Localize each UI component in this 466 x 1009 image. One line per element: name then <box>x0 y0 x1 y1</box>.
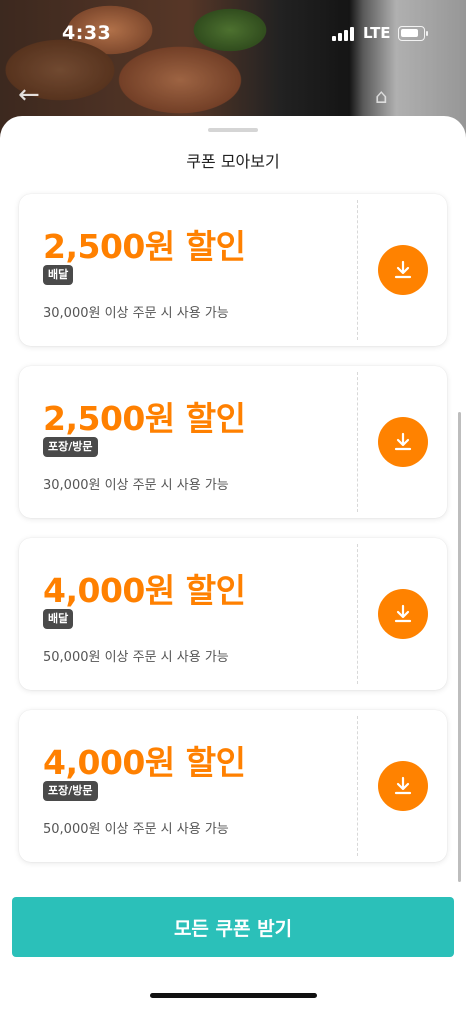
receive-all-coupons-button[interactable]: 모든 쿠폰 받기 <box>12 897 454 957</box>
download-icon <box>394 776 412 795</box>
coupon-divider <box>357 200 358 340</box>
coupon-tag: 포장/방문 <box>43 437 98 457</box>
coupon-amount: 4,000원 할인 <box>43 571 246 610</box>
coupon-divider <box>357 372 358 512</box>
download-icon <box>394 260 412 279</box>
home-icon[interactable]: ⌂ <box>375 84 397 108</box>
cellular-signal-icon <box>332 27 356 41</box>
coupon-divider <box>357 716 358 856</box>
network-type: LTE <box>363 24 391 42</box>
coupon-card: 4,000원 할인 배달 50,000원 이상 주문 시 사용 가능 <box>19 538 447 690</box>
coupon-condition: 30,000원 이상 주문 시 사용 가능 <box>43 478 229 493</box>
download-icon <box>394 604 412 623</box>
coupon-condition: 50,000원 이상 주문 시 사용 가능 <box>43 650 229 665</box>
coupon-download-button[interactable] <box>378 761 428 811</box>
coupon-amount: 4,000원 할인 <box>43 743 246 782</box>
status-time: 4:33 <box>62 22 112 44</box>
coupon-divider <box>357 544 358 684</box>
coupon-card: 2,500원 할인 포장/방문 30,000원 이상 주문 시 사용 가능 <box>19 366 447 518</box>
coupon-amount: 2,500원 할인 <box>43 227 246 266</box>
battery-icon <box>398 26 428 41</box>
coupon-card: 4,000원 할인 포장/방문 50,000원 이상 주문 시 사용 가능 <box>19 710 447 862</box>
coupon-tag: 배달 <box>43 609 74 629</box>
coupon-download-button[interactable] <box>378 245 428 295</box>
coupon-card: 2,500원 할인 배달 30,000원 이상 주문 시 사용 가능 <box>19 194 447 346</box>
sheet-grabber[interactable] <box>208 128 258 132</box>
coupon-bottom-sheet: 쿠폰 모아보기 2,500원 할인 배달 30,000원 이상 주문 시 사용 … <box>0 116 466 1009</box>
coupon-download-button[interactable] <box>378 589 428 639</box>
home-indicator <box>150 993 317 998</box>
coupon-tag: 배달 <box>43 265 74 285</box>
scrollbar[interactable] <box>458 412 461 882</box>
coupon-amount: 2,500원 할인 <box>43 399 246 438</box>
coupon-tag: 포장/방문 <box>43 781 98 801</box>
coupon-condition: 50,000원 이상 주문 시 사용 가능 <box>43 822 229 837</box>
download-icon <box>394 432 412 451</box>
back-arrow-icon[interactable]: ← <box>18 82 40 108</box>
sheet-title: 쿠폰 모아보기 <box>186 152 280 171</box>
coupon-condition: 30,000원 이상 주문 시 사용 가능 <box>43 306 229 321</box>
coupon-download-button[interactable] <box>378 417 428 467</box>
status-bar: 4:33 LTE <box>0 0 466 60</box>
